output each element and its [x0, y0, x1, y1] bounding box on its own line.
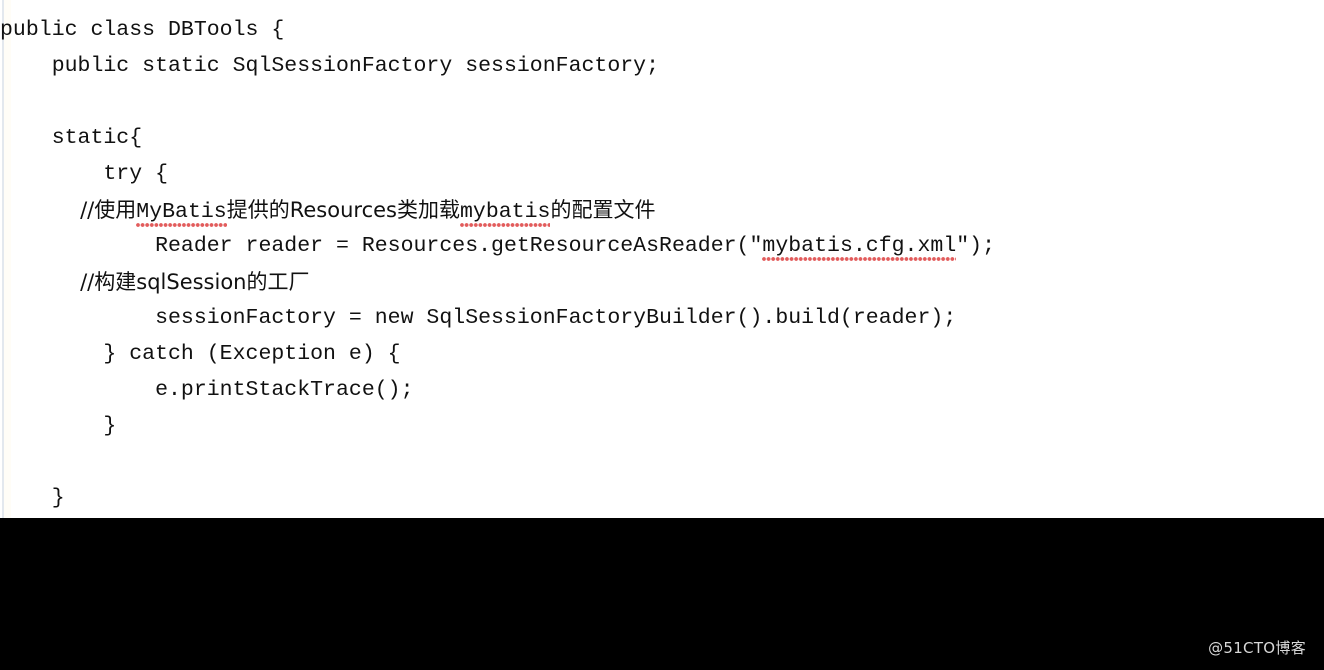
code-text: public static SqlSessionFactory sessionF… — [0, 54, 660, 78]
code-text: Reader reader = Resources.getResourceAsR… — [0, 234, 763, 258]
code-text: "); — [956, 234, 996, 258]
code-line-14: } — [0, 480, 1324, 516]
code-line-13-blank — [0, 444, 1324, 480]
code-text: 的配置文件 — [550, 198, 656, 222]
code-block: public class DBTools { public static Sql… — [0, 12, 1324, 516]
code-line-7: Reader reader = Resources.getResourceAsR… — [0, 228, 1324, 264]
code-page: public class DBTools { public static Sql… — [0, 0, 1324, 518]
code-line-5: try { — [0, 156, 1324, 192]
code-line-11: e.printStackTrace(); — [0, 372, 1324, 408]
footer-band: @51CTO博客 — [0, 518, 1324, 670]
code-text: //构建sqlSession的工厂 — [0, 270, 310, 294]
code-line-1: public class DBTools { — [0, 12, 1324, 48]
watermark-label: @51CTO博客 — [1208, 639, 1306, 657]
code-line-10: } catch (Exception e) { — [0, 336, 1324, 372]
code-line-2: public static SqlSessionFactory sessionF… — [0, 48, 1324, 84]
code-text: } catch (Exception e) { — [0, 342, 401, 366]
code-line-4: static{ — [0, 120, 1324, 156]
code-text: sessionFactory = new SqlSessionFactoryBu… — [0, 306, 957, 330]
spellcheck-misspelling: MyBatis — [136, 194, 228, 230]
screenshot-root: public class DBTools { public static Sql… — [0, 0, 1324, 670]
spellcheck-misspelling: mybatis.cfg.xml — [762, 228, 956, 264]
code-text: 提供的Resources类加载 — [226, 198, 460, 222]
code-text: static{ — [0, 126, 143, 150]
code-text: try { — [0, 162, 168, 186]
spellcheck-misspelling: mybatis — [459, 194, 551, 230]
code-text: } — [0, 486, 65, 510]
code-text: //使用 — [0, 198, 137, 222]
code-line-6-comment: //使用MyBatis提供的Resources类加载mybatis的配置文件 — [0, 192, 1324, 228]
code-text: e.printStackTrace(); — [0, 378, 414, 402]
code-line-8-comment: //构建sqlSession的工厂 — [0, 264, 1324, 300]
code-line-12: } — [0, 408, 1324, 444]
code-line-3-blank — [0, 84, 1324, 120]
code-text: public class DBTools { — [0, 18, 285, 42]
code-line-9: sessionFactory = new SqlSessionFactoryBu… — [0, 300, 1324, 336]
code-text: } — [0, 414, 117, 438]
